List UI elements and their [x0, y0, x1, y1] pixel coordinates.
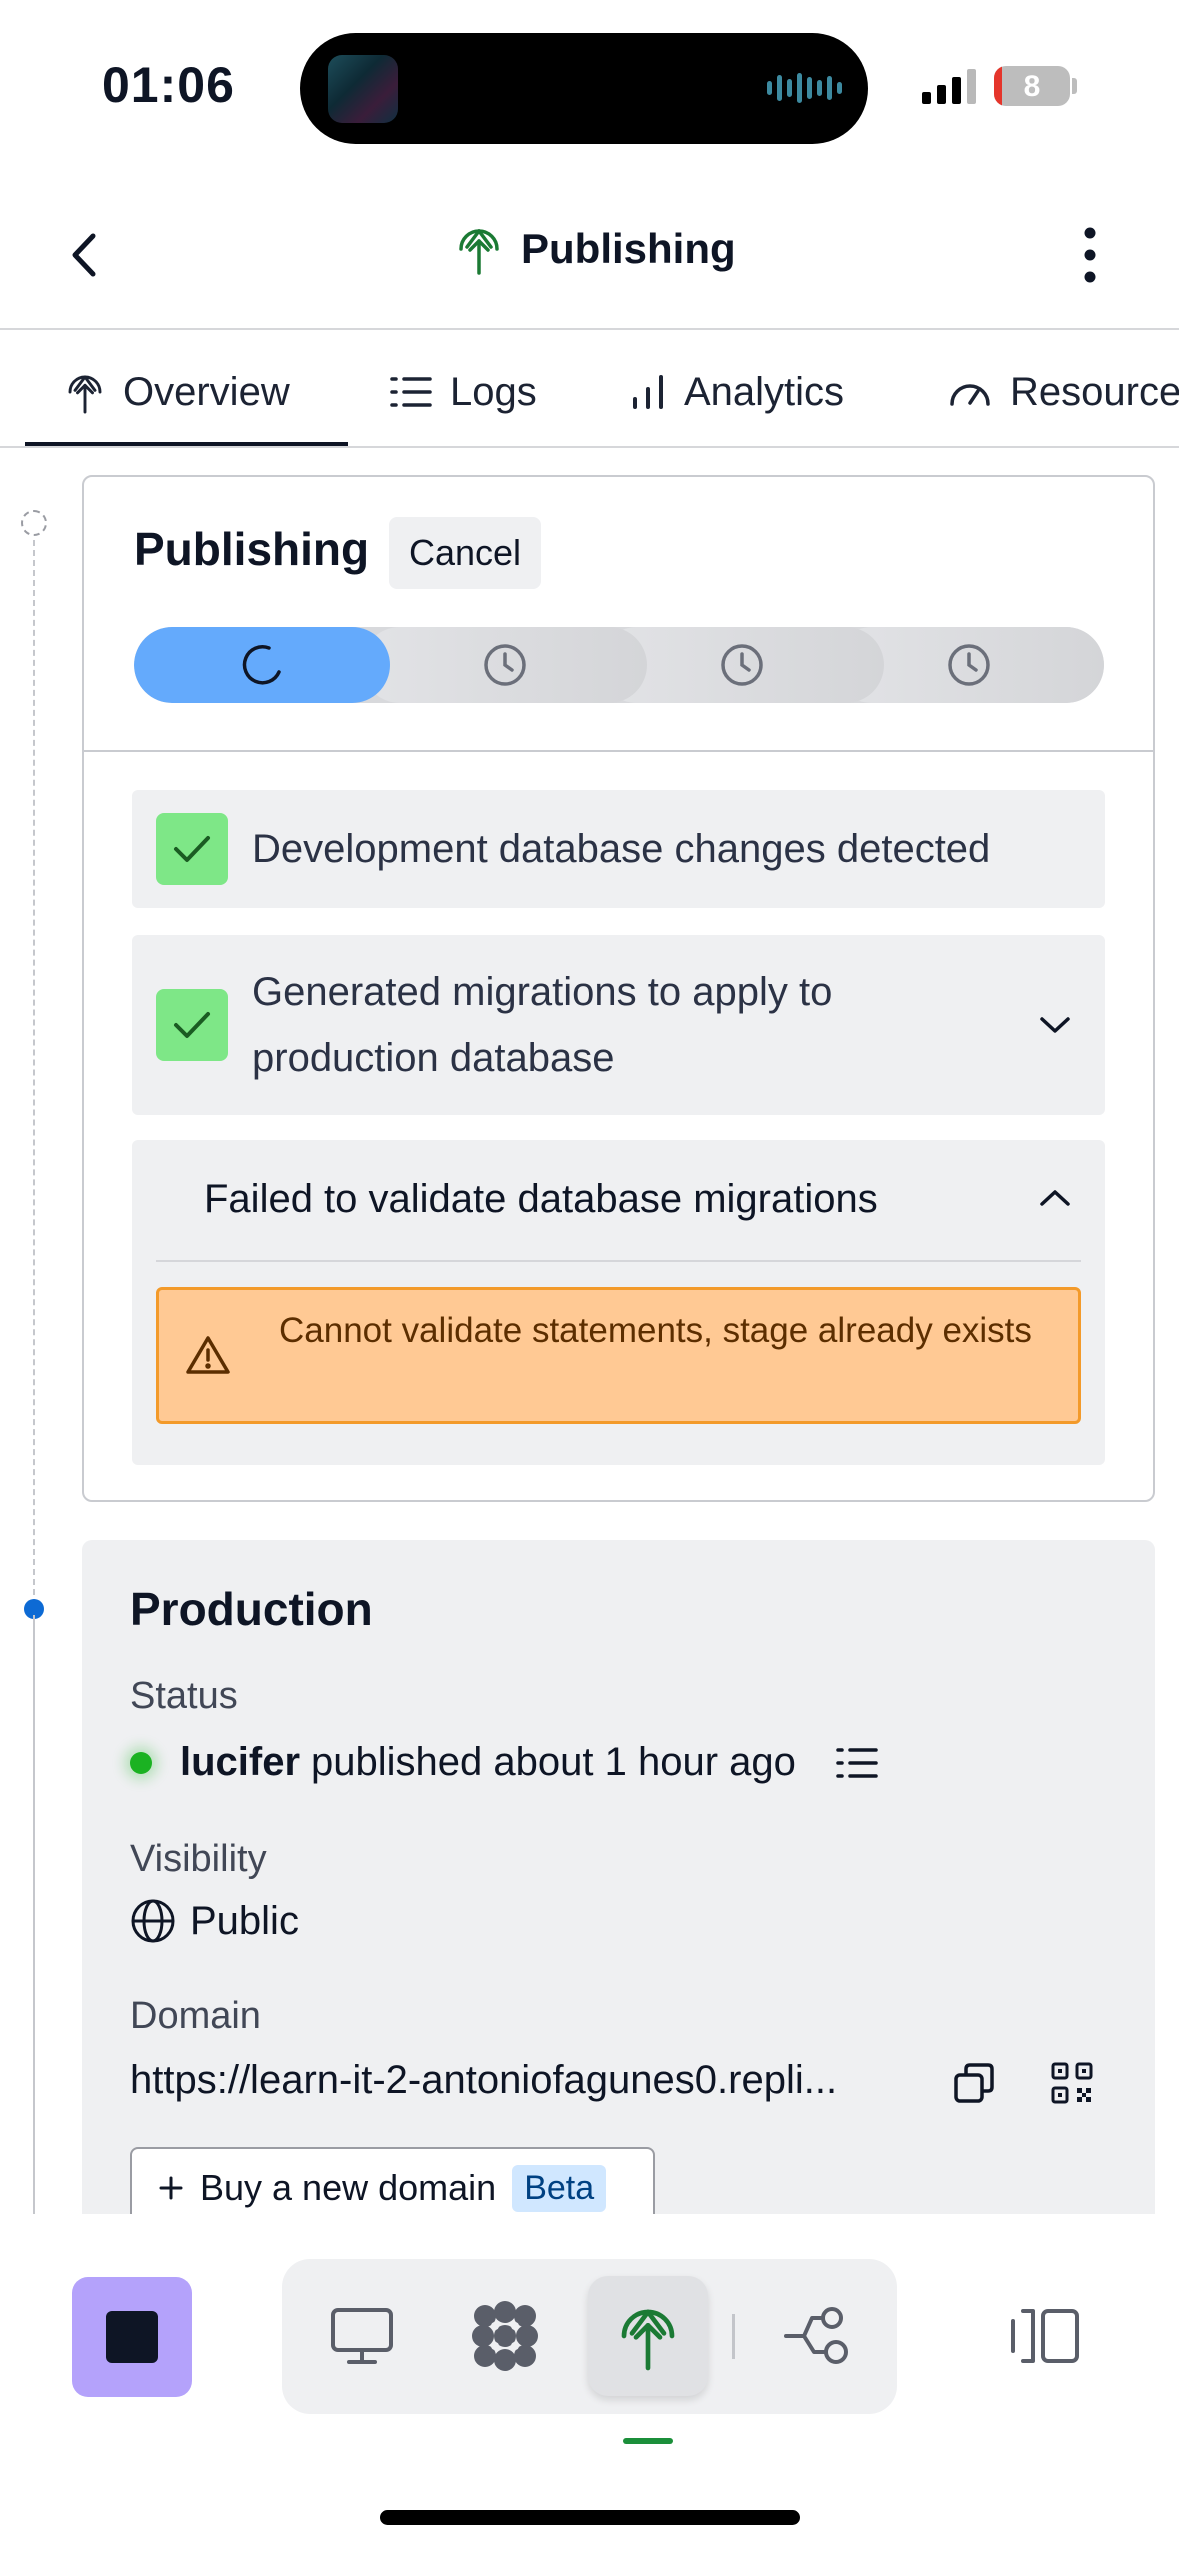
- tab-analytics-label: Analytics: [684, 369, 845, 414]
- nav-publishing[interactable]: [588, 2276, 708, 2396]
- side-panel-button[interactable]: [1000, 2296, 1090, 2376]
- tab-resources[interactable]: Resources: [948, 362, 1179, 422]
- battery-tip: [1072, 78, 1077, 94]
- deploy-antenna-icon: [68, 375, 102, 414]
- nav-agent[interactable]: [445, 2276, 565, 2396]
- deploy-antenna-icon: [621, 2309, 675, 2371]
- list-icon[interactable]: [836, 1746, 878, 1780]
- warning-triangle-icon: [186, 1336, 230, 1374]
- agent-icon: [472, 2301, 538, 2371]
- chevron-up-icon[interactable]: [1035, 1178, 1075, 1218]
- chevron-left-icon: [72, 233, 96, 277]
- copy-icon: [954, 2063, 994, 2103]
- copy-button[interactable]: [944, 2053, 1004, 2113]
- chevron-down-icon[interactable]: [1035, 1005, 1075, 1045]
- timeline-line: [33, 1615, 35, 2215]
- nav-git[interactable]: [757, 2276, 877, 2396]
- clock-icon: [720, 644, 763, 686]
- list-icon: [390, 377, 432, 407]
- buy-domain-label: Buy a new domain: [200, 2167, 497, 2208]
- visibility-row: Public: [130, 1898, 299, 1944]
- page-title: Publishing: [521, 225, 736, 272]
- tab-bar: Overview Logs Analytics Resources: [0, 332, 1179, 448]
- home-indicator: [380, 2510, 800, 2525]
- tab-logs-label: Logs: [450, 369, 537, 414]
- status-row: lucifer published about 1 hour ago: [130, 1740, 878, 1785]
- side-panel-icon: [1011, 2309, 1079, 2363]
- warning-text: Cannot validate statements, stage alread…: [279, 1311, 1032, 1350]
- more-options-button[interactable]: [1060, 220, 1120, 290]
- cellular-signal-icon: [922, 66, 976, 104]
- globe-icon: [131, 1899, 175, 1943]
- tab-analytics[interactable]: Analytics: [630, 362, 844, 422]
- back-button[interactable]: [50, 220, 120, 290]
- failed-check-item: Failed to validate database migrations C…: [132, 1140, 1105, 1465]
- publish-progress-stepper: [134, 627, 1104, 703]
- step-2: [362, 627, 647, 703]
- tab-logs[interactable]: Logs: [390, 362, 537, 422]
- app-header: Publishing: [0, 175, 1179, 330]
- stop-icon: [106, 2311, 158, 2363]
- publisher-name: lucifer: [180, 1740, 301, 1784]
- status-bar: 01:06 8: [0, 0, 1179, 175]
- header-title: Publishing: [455, 223, 736, 275]
- timeline-line-dashed: [33, 540, 35, 1615]
- step-1: [134, 627, 390, 703]
- now-playing-thumbnail: [328, 55, 398, 123]
- beta-badge: Beta: [512, 2164, 607, 2212]
- tab-overview-label: Overview: [123, 369, 290, 414]
- bottom-toolbar: [0, 2214, 1179, 2556]
- deploy-antenna-icon: [459, 229, 499, 275]
- battery-icon: 8: [994, 66, 1070, 106]
- bottom-nav: [282, 2259, 897, 2414]
- battery-level: 8: [1023, 70, 1041, 103]
- tab-overview[interactable]: Overview: [65, 362, 290, 422]
- plus-icon: [159, 2176, 183, 2200]
- domain-label: Domain: [130, 1995, 261, 2037]
- publishing-card: Publishing Cancel Development database c…: [82, 475, 1155, 1502]
- bar-chart-icon: [633, 375, 663, 409]
- cancel-button[interactable]: Cancel: [389, 517, 541, 589]
- monitor-icon: [331, 2308, 393, 2364]
- tab-resources-label: Resources: [1010, 369, 1179, 414]
- item-divider: [156, 1260, 1081, 1262]
- card-divider: [84, 750, 1153, 752]
- active-tab-indicator: [25, 442, 348, 446]
- qr-code-button[interactable]: [1042, 2053, 1102, 2113]
- clock-icon: [483, 644, 526, 686]
- clock: 01:06: [102, 57, 235, 113]
- vertical-dots-icon: [1084, 227, 1096, 283]
- status-live-dot: [130, 1751, 152, 1774]
- status-label: Status: [130, 1675, 238, 1717]
- publishing-title: Publishing: [134, 523, 370, 575]
- nav-separator: [732, 2314, 735, 2359]
- production-title: Production: [130, 1583, 373, 1635]
- qr-code-icon: [1051, 2062, 1093, 2104]
- check-item-expandable[interactable]: Generated migrations to apply to product…: [132, 935, 1105, 1115]
- dynamic-island: [300, 33, 868, 144]
- visibility-value: Public: [190, 1898, 299, 1943]
- check-icon: [156, 813, 228, 885]
- visibility-label: Visibility: [130, 1838, 267, 1880]
- clock-icon: [948, 644, 990, 686]
- audio-wave-icon: [767, 71, 842, 105]
- active-nav-indicator: [623, 2438, 673, 2444]
- timeline-pending-dot: [21, 510, 47, 536]
- check-icon: [156, 989, 228, 1061]
- check-item: Development database changes detected: [132, 790, 1105, 908]
- branch-icon: [784, 2307, 848, 2364]
- domain-value[interactable]: https://learn-it-2-antoniofagunes0.repli…: [130, 2058, 910, 2103]
- warning-banner: Cannot validate statements, stage alread…: [156, 1287, 1081, 1424]
- nav-preview[interactable]: [302, 2276, 422, 2396]
- gauge-icon: [950, 384, 990, 406]
- check-item-text: Generated migrations to apply to product…: [252, 970, 833, 1080]
- status-text: published about 1 hour ago: [311, 1740, 796, 1784]
- spinner-icon: [242, 645, 281, 685]
- failed-check-text: Failed to validate database migrations: [204, 1177, 878, 1221]
- stop-button[interactable]: [72, 2277, 192, 2397]
- check-item-text: Development database changes detected: [252, 827, 991, 871]
